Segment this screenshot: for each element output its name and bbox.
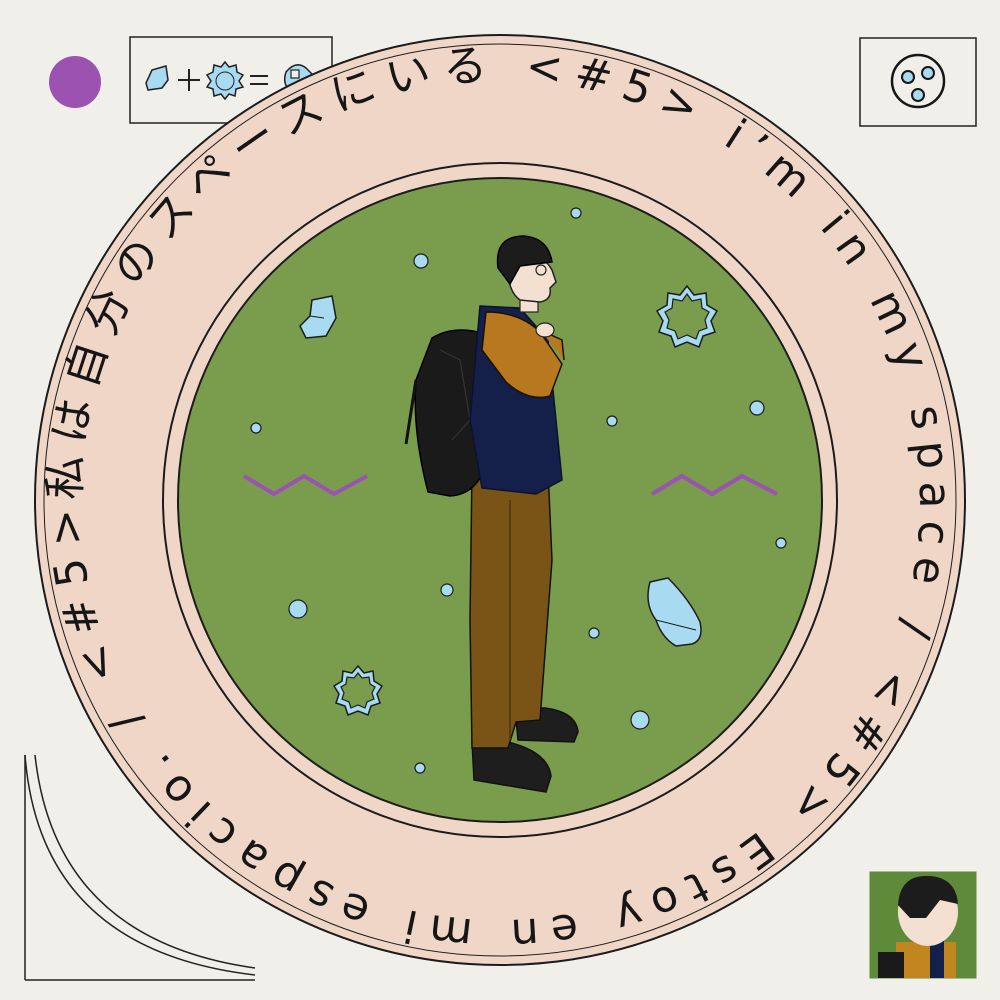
- trousers: [469, 469, 553, 749]
- hand: [535, 322, 555, 338]
- planet-icon: [890, 53, 946, 109]
- avatar-thumbnail: [869, 871, 977, 979]
- purple-dot: [49, 56, 101, 108]
- artwork-canvas: 私は自分のスペースにいる <#5> i’m in my space / <#5>…: [0, 0, 1000, 1000]
- logo-box: [859, 37, 977, 127]
